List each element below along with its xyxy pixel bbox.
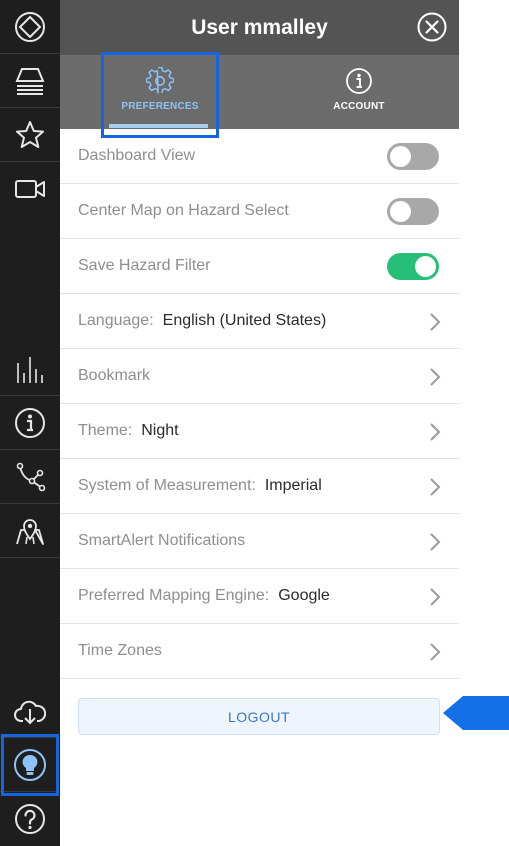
setting-value: Imperial — [264, 477, 322, 494]
setting-label: SmartAlert Notifications — [78, 532, 246, 549]
left-nav-rail — [0, 0, 60, 846]
preferences-highlight-box — [101, 52, 219, 138]
setting-language[interactable]: Language: English (United States) — [60, 294, 459, 349]
setting-label: Preferred Mapping Engine: — [78, 587, 270, 604]
save-hazard-filter-toggle[interactable] — [387, 253, 439, 280]
setting-value: English (United States) — [162, 312, 327, 329]
video-button[interactable] — [0, 162, 60, 216]
download-button[interactable] — [0, 684, 60, 738]
info-button[interactable] — [0, 396, 60, 450]
diamond-logo-icon — [15, 11, 45, 42]
setting-label: Save Hazard Filter — [78, 257, 211, 274]
setting-value: Google — [278, 587, 330, 604]
setting-measurement[interactable]: System of Measurement: Imperial — [60, 459, 459, 514]
star-icon — [16, 120, 44, 148]
setting-label: Theme: — [78, 422, 133, 439]
toggle-knob — [415, 256, 436, 277]
setting-label: Dashboard View — [78, 147, 196, 164]
route-button[interactable] — [0, 450, 60, 504]
chevron-right-icon — [430, 478, 441, 496]
chevron-right-icon — [430, 313, 441, 331]
tips-highlight-box — [1, 734, 59, 796]
setting-label: Language: — [78, 312, 154, 329]
setting-bookmark[interactable]: Bookmark — [60, 349, 459, 404]
setting-save-hazard-filter[interactable]: Save Hazard Filter — [60, 239, 459, 294]
route-icon — [16, 462, 46, 491]
center-map-toggle[interactable] — [387, 198, 439, 225]
close-icon — [417, 12, 447, 42]
cloud-download-icon — [14, 700, 46, 724]
chevron-right-icon — [430, 423, 441, 441]
close-button[interactable] — [417, 12, 447, 42]
favorites-button[interactable] — [0, 108, 60, 162]
toggle-knob — [390, 201, 411, 222]
video-camera-icon — [15, 180, 45, 198]
setting-theme[interactable]: Theme: Night — [60, 404, 459, 459]
settings-list: Dashboard View Center Map on Hazard Sele… — [60, 129, 459, 679]
setting-mapping-engine[interactable]: Preferred Mapping Engine: Google — [60, 569, 459, 624]
chevron-right-icon — [430, 533, 441, 551]
dashboard-view-toggle[interactable] — [387, 143, 439, 170]
help-button[interactable] — [0, 792, 60, 846]
chevron-right-icon — [430, 588, 441, 606]
bar-chart-icon — [17, 356, 43, 383]
setting-value: Night — [141, 422, 179, 439]
chevron-right-icon — [430, 368, 441, 386]
setting-label: Time Zones — [78, 642, 162, 659]
help-icon — [15, 804, 45, 834]
chevron-right-icon — [430, 643, 441, 661]
panel-title: User mmalley — [191, 15, 328, 39]
analytics-button[interactable] — [0, 342, 60, 396]
tab-account[interactable]: ACCOUNT — [301, 55, 417, 129]
panel-header: User mmalley — [60, 0, 459, 55]
info-icon — [346, 68, 372, 94]
setting-label: Bookmark — [78, 367, 151, 384]
info-icon — [15, 407, 45, 438]
setting-center-map[interactable]: Center Map on Hazard Select — [60, 184, 459, 239]
setting-label: Center Map on Hazard Select — [78, 202, 289, 219]
map-pin-icon — [16, 518, 44, 545]
logout-button[interactable]: LOGOUT — [78, 698, 440, 735]
map-button[interactable] — [0, 504, 60, 558]
layers-button[interactable] — [0, 54, 60, 108]
tab-account-label: ACCOUNT — [333, 101, 385, 112]
layers-icon — [15, 67, 45, 95]
setting-time-zones[interactable]: Time Zones — [60, 624, 459, 679]
toggle-knob — [390, 146, 411, 167]
setting-smartalert[interactable]: SmartAlert Notifications — [60, 514, 459, 569]
pointer-arrow-icon — [443, 696, 509, 730]
logo-button[interactable] — [0, 0, 60, 54]
setting-label: System of Measurement: — [78, 477, 256, 494]
